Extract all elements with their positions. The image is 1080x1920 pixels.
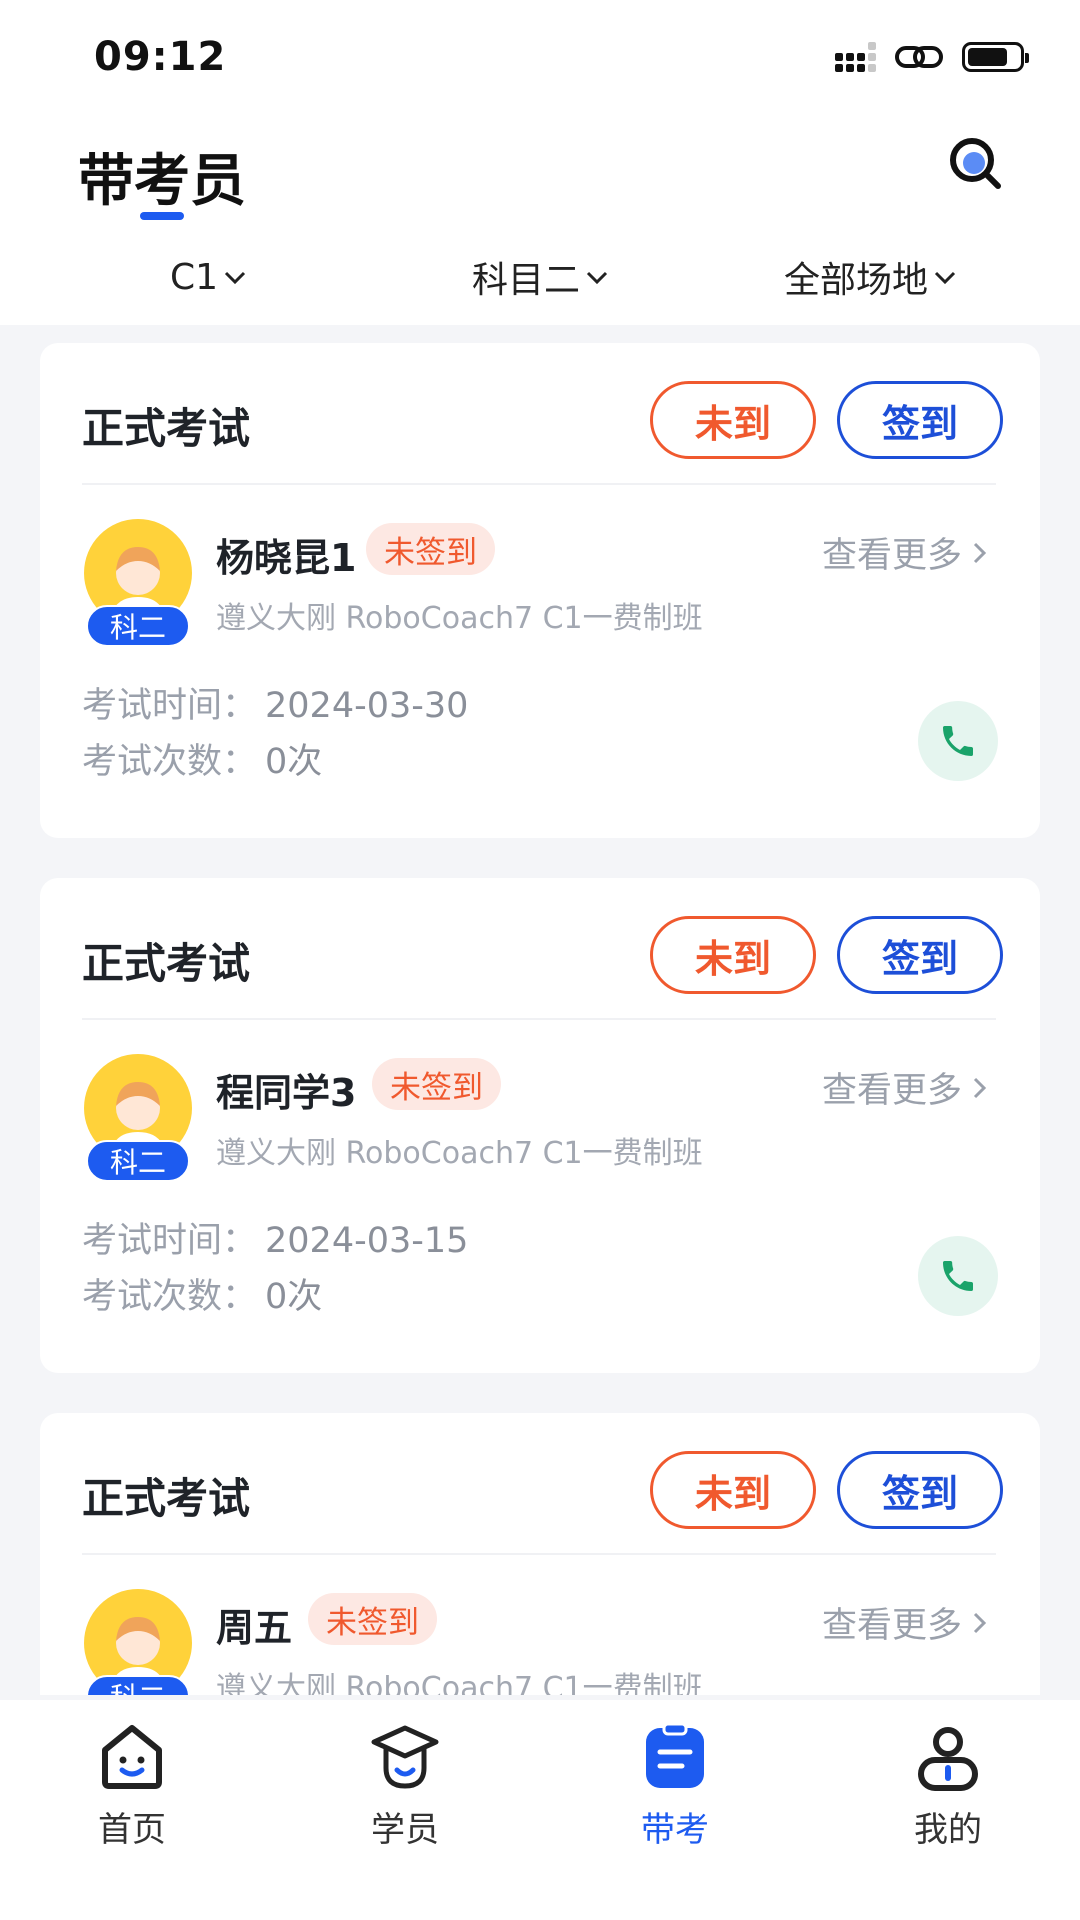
filter-bar: C1 科目二 全部场地 — [0, 242, 1080, 312]
checkin-button[interactable]: 签到 — [837, 916, 1003, 994]
tab-profile[interactable]: 我的 — [848, 1722, 1048, 1852]
page-title: 带考员 — [78, 149, 246, 214]
tab-students[interactable]: 学员 — [305, 1722, 505, 1852]
student-name: 周五 — [216, 1606, 293, 1650]
exam-type: 正式考试 — [82, 1474, 251, 1523]
filter-subject[interactable]: 科目二 — [472, 242, 610, 312]
chevron-down-icon — [586, 271, 608, 285]
document-icon — [646, 1722, 704, 1788]
exam-card: 正式考试 未到 签到 科二 程同学3 未签到 查看更多 遵义大刚 RoboCoa… — [40, 878, 1040, 1373]
exam-time-label: 考试时间： — [82, 1221, 258, 1261]
tab-exam-escort[interactable]: 带考 — [575, 1722, 775, 1852]
tab-label: 学员 — [371, 1810, 439, 1850]
student-name: 杨晓昆1 — [216, 536, 357, 580]
search-icon — [950, 138, 1001, 189]
exam-time-label: 考试时间： — [82, 686, 258, 726]
exam-time-value: 2024-03-15 — [265, 1221, 469, 1261]
exam-time-row: 考试时间： 2024-03-15 — [82, 1212, 468, 1263]
view-more-label: 查看更多 — [821, 1071, 962, 1111]
exam-time-value: 2024-03-30 — [265, 686, 469, 726]
subject-badge: 科二 — [86, 1675, 190, 1695]
status-icons — [835, 40, 1029, 74]
view-more-label: 查看更多 — [821, 1606, 962, 1646]
call-button[interactable] — [918, 701, 998, 781]
status-badge: 未签到 — [308, 1593, 437, 1645]
status-badge: 未签到 — [366, 523, 495, 575]
exam-card: 正式考试 未到 签到 科二 周五 未签到 查看更多 遵义大刚 RoboCoach… — [40, 1413, 1040, 1695]
battery-icon — [962, 42, 1029, 72]
tab-label: 带考 — [641, 1810, 709, 1850]
class-name: 遵义大刚 RoboCoach7 C1一费制班 — [216, 601, 703, 636]
exam-type: 正式考试 — [82, 939, 251, 988]
absent-button[interactable]: 未到 — [650, 1451, 816, 1529]
absent-button[interactable]: 未到 — [650, 916, 816, 994]
exam-count-label: 考试次数： — [82, 1277, 258, 1317]
filter-label: C1 — [170, 256, 219, 298]
subject-badge: 科二 — [86, 605, 190, 647]
divider — [82, 1553, 996, 1555]
exam-count-row: 考试次数： 0次 — [82, 1268, 322, 1319]
link-icon — [895, 46, 943, 68]
chevron-down-icon — [224, 271, 246, 285]
signal-icon — [835, 42, 876, 72]
graduation-cap-icon — [371, 1725, 439, 1789]
chevron-right-icon — [973, 542, 987, 563]
search-button[interactable] — [944, 132, 1008, 196]
exam-count-label: 考试次数： — [82, 742, 258, 782]
class-name: 遵义大刚 RoboCoach7 C1一费制班 — [216, 1136, 703, 1171]
exam-time-row: 考试时间： 2024-03-30 — [82, 677, 468, 728]
divider — [82, 1018, 996, 1020]
phone-icon — [943, 1261, 973, 1291]
exam-count-value: 0次 — [265, 1277, 323, 1317]
absent-button[interactable]: 未到 — [650, 381, 816, 459]
filter-license-type[interactable]: C1 — [170, 242, 248, 312]
chevron-right-icon — [973, 1612, 987, 1633]
filter-venue[interactable]: 全部场地 — [784, 242, 958, 312]
view-more-link[interactable]: 查看更多 — [822, 527, 988, 578]
status-time: 09:12 — [94, 34, 227, 80]
title-underline — [140, 212, 184, 220]
status-badge: 未签到 — [372, 1058, 501, 1110]
exam-card: 正式考试 未到 签到 科二 杨晓昆1 未签到 查看更多 遵义大刚 RoboCoa… — [40, 343, 1040, 838]
phone-icon — [943, 726, 973, 756]
class-name: 遵义大刚 RoboCoach7 C1一费制班 — [216, 1671, 703, 1695]
status-bar: 09:12 — [0, 0, 1080, 110]
tab-label: 首页 — [98, 1810, 166, 1850]
subject-badge: 科二 — [86, 1140, 190, 1182]
filter-label: 全部场地 — [784, 260, 929, 301]
view-more-label: 查看更多 — [821, 536, 962, 576]
chevron-right-icon — [973, 1077, 987, 1098]
divider — [82, 483, 996, 485]
view-more-link[interactable]: 查看更多 — [822, 1062, 988, 1113]
tab-home[interactable]: 首页 — [32, 1722, 232, 1852]
home-icon — [102, 1725, 162, 1789]
filter-label: 科目二 — [472, 260, 581, 301]
page-header: 带考员 C1 科目二 全部场地 — [0, 110, 1080, 325]
exam-count-value: 0次 — [265, 742, 323, 782]
exam-type: 正式考试 — [82, 404, 251, 453]
exam-count-row: 考试次数： 0次 — [82, 733, 322, 784]
checkin-button[interactable]: 签到 — [837, 1451, 1003, 1529]
user-icon — [918, 1727, 978, 1791]
bottom-tab-bar: 首页 学员 带考 我的 — [0, 1700, 1080, 1920]
call-button[interactable] — [918, 1236, 998, 1316]
student-name: 程同学3 — [216, 1071, 357, 1115]
chevron-down-icon — [934, 271, 956, 285]
checkin-button[interactable]: 签到 — [837, 381, 1003, 459]
tab-label: 我的 — [914, 1810, 982, 1850]
view-more-link[interactable]: 查看更多 — [822, 1597, 988, 1648]
exam-list: 正式考试 未到 签到 科二 杨晓昆1 未签到 查看更多 遵义大刚 RoboCoa… — [0, 325, 1080, 1695]
